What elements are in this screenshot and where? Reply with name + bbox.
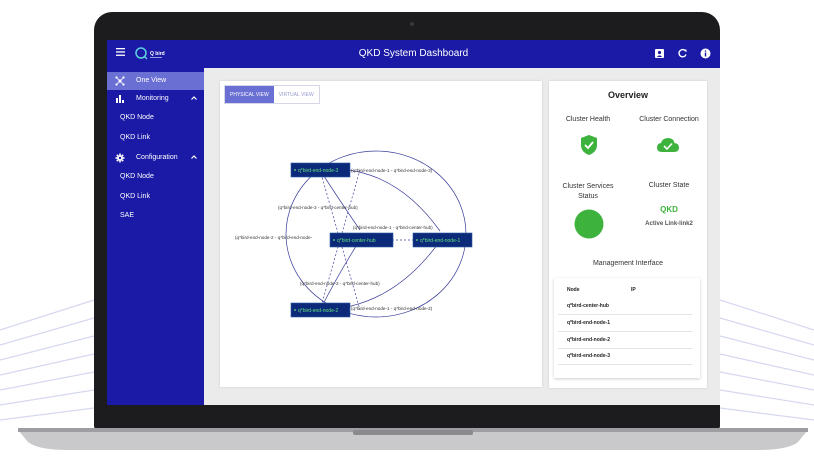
- table-cell-node: q*bird-center-hub: [567, 303, 609, 309]
- graph-node-end2[interactable]: q*bird-end-node-2: [290, 302, 351, 318]
- table-row[interactable]: q*bird-end-node-3: [558, 348, 692, 365]
- sidebar-item-sae[interactable]: SAE: [107, 207, 204, 225]
- cloud-check-icon: [657, 138, 679, 152]
- webcam: [410, 22, 414, 26]
- cluster-connection-label: Cluster Connection: [639, 116, 699, 123]
- sidebar-item-label: QKD Link: [120, 134, 150, 141]
- graph-node-end1[interactable]: q*bird-end-node-1: [412, 232, 473, 248]
- sidebar-item-qkd-link[interactable]: QKD Link: [107, 129, 204, 147]
- graph-edge-end2-end1: [314, 240, 441, 311]
- edge-label: (q*bird-end-node-2 - q*bird-center-hub): [300, 281, 380, 286]
- sidebar-item-config-qkd-link[interactable]: QKD Link: [107, 188, 204, 206]
- table-row[interactable]: q*bird-end-node-2: [558, 332, 692, 349]
- app-screen: Q bird QKD System Dashboard One View Mon…: [107, 40, 720, 405]
- graph-node-end3[interactable]: q*bird-end-node-3: [290, 162, 351, 178]
- shield-check-icon: [581, 135, 597, 155]
- node-label: q*bird-end-node-2: [298, 308, 339, 314]
- sidebar-item-configuration[interactable]: Configuration: [107, 149, 204, 167]
- tab-virtual-view[interactable]: VIRTUAL VIEW: [274, 86, 319, 103]
- sidebar-item-label: QKD Link: [120, 193, 150, 200]
- edge-label: (q*bird-end-node-1 - q*bird-end-node-3): [351, 168, 433, 173]
- services-status-indicator: [574, 209, 604, 239]
- graph-edge-end3-hub: [319, 169, 361, 231]
- overview-title: Overview: [607, 90, 649, 100]
- edge-label: (q*bird-end-node-1 - q*bird-center-hub): [353, 225, 433, 230]
- edge-label: (q*bird-end-node-3 - q*bird-center-hub): [278, 205, 358, 210]
- cluster-state-detail: Active Link-link2: [645, 221, 693, 227]
- sidebar-item-monitoring[interactable]: Monitoring: [107, 90, 204, 108]
- gear-icon: [115, 153, 125, 163]
- sidebar-item-label: Configuration: [136, 154, 178, 161]
- chevron-up-icon[interactable]: [190, 153, 198, 161]
- management-table: Node IP q*bird-center-hub q*bird-end-nod…: [554, 278, 700, 378]
- bar-chart-icon: [116, 95, 124, 103]
- laptop-base: [18, 428, 808, 450]
- page-title: QKD System Dashboard: [358, 48, 469, 59]
- management-interface-title: Management Interface: [592, 260, 664, 267]
- cluster-state-label: Cluster State: [648, 182, 690, 189]
- topology-graph[interactable]: (q*bird-end-node-1 - q*bird-end-node-3) …: [220, 81, 542, 387]
- chevron-up-icon[interactable]: [190, 94, 198, 102]
- cluster-services-status-label: Cluster Services Status: [562, 183, 614, 200]
- sidebar-item-label: QKD Node: [120, 114, 154, 121]
- sidebar-item-label: One View: [136, 77, 167, 84]
- graph-edge-end3-end1: [314, 168, 441, 232]
- table-cell-node: q*bird-end-node-3: [567, 353, 611, 359]
- cluster-health-label: Cluster Health: [565, 116, 611, 123]
- table-header-ip: IP: [631, 287, 636, 293]
- topology-panel: (q*bird-end-node-1 - q*bird-end-node-3) …: [220, 81, 542, 387]
- network-icon: [115, 76, 125, 86]
- node-label: q*bird-end-node-1: [420, 238, 461, 244]
- app-bar: Q bird QKD System Dashboard: [107, 40, 720, 68]
- sidebar-item-label: QKD Node: [120, 173, 154, 180]
- tab-physical-view[interactable]: PHYSICAL VIEW: [225, 86, 274, 103]
- table-cell-node: q*bird-end-node-2: [567, 337, 611, 343]
- sidebar-item-label: Monitoring: [136, 95, 169, 102]
- edge-label: (q*bird-end-node-1 - q*bird-end-node-2): [351, 306, 433, 311]
- table-row[interactable]: q*bird-center-hub: [558, 298, 692, 315]
- graph-edge-end2-hub: [319, 239, 361, 311]
- table-row[interactable]: q*bird-end-node-1: [558, 315, 692, 332]
- sidebar-item-qkd-node[interactable]: QKD Node: [107, 109, 204, 127]
- node-label: q*bird-center-hub: [337, 238, 376, 244]
- sidebar: One View Monitoring QKD Node QKD Link Co…: [107, 68, 204, 405]
- table-cell-node: q*bird-end-node-1: [567, 320, 611, 326]
- cluster-state-value: QKD: [660, 205, 678, 214]
- overview-panel: Overview Cluster Health Cluster Connecti…: [549, 81, 707, 388]
- view-tabs: PHYSICAL VIEW VIRTUAL VIEW: [224, 85, 320, 104]
- account-box-icon[interactable]: [654, 48, 665, 59]
- sidebar-item-config-qkd-node[interactable]: QKD Node: [107, 168, 204, 186]
- refresh-icon[interactable]: [677, 48, 688, 59]
- info-icon[interactable]: [700, 48, 711, 59]
- sidebar-item-label: SAE: [120, 212, 135, 219]
- node-label: q*bird-end-node-3: [298, 168, 339, 174]
- graph-node-hub[interactable]: q*bird-center-hub: [329, 232, 394, 248]
- table-header-node: Node: [567, 287, 580, 293]
- edge-label: (q*bird-end-node-2 - q*bird-end-node-: [235, 235, 313, 240]
- sidebar-item-one-view[interactable]: One View: [107, 72, 204, 90]
